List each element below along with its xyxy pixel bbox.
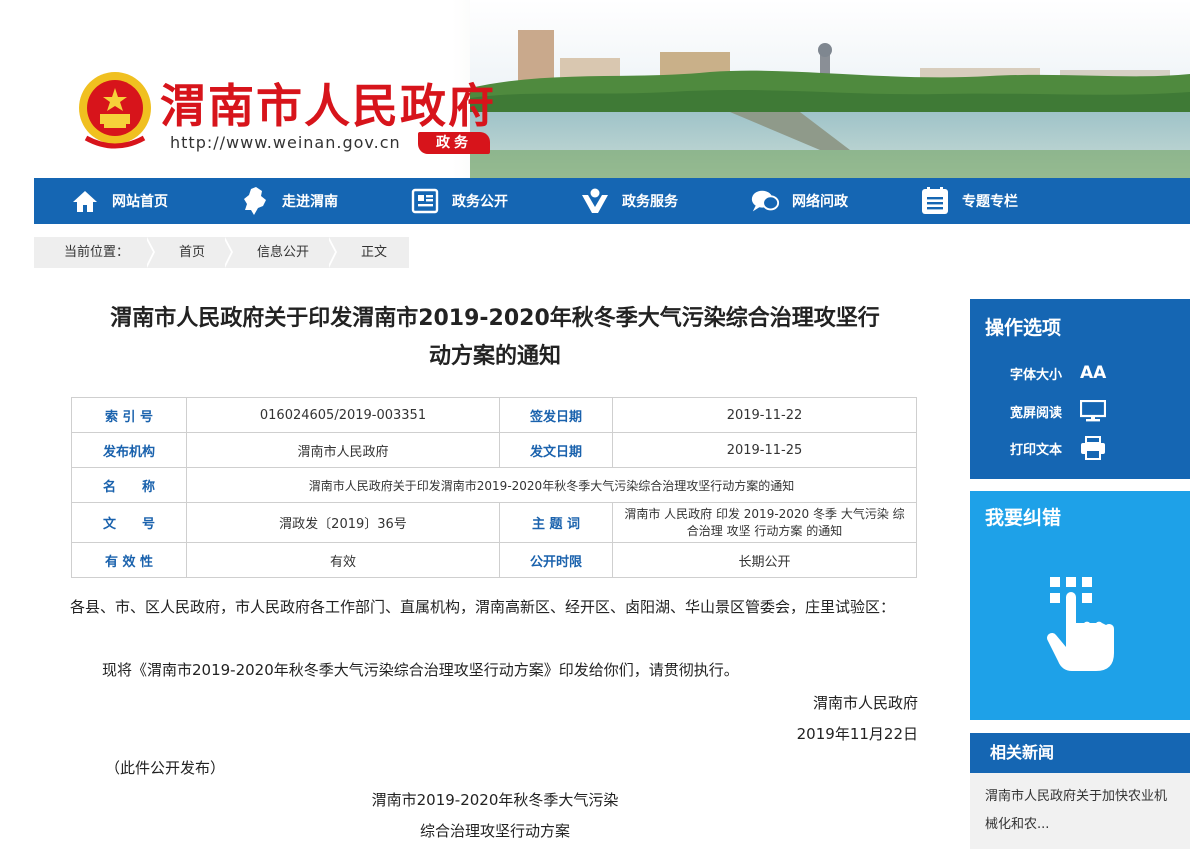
meta-label: 索 引 号 [71,397,187,433]
article-title-line: 渭南市人民政府关于印发渭南市2019-2020年秋冬季大气污染综合治理攻坚行 [110,306,880,331]
meta-value: 渭政发〔2019〕36号 [186,502,500,543]
site-header: 渭南市人民政府 http://www.weinan.gov.cn 政务 [0,0,1190,178]
table-row: 索 引 号 016024605/2019-003351 签发日期 2019-11… [71,397,917,433]
document-icon [410,186,440,216]
article-title: 渭南市人民政府关于印发渭南市2019-2020年秋冬季大气污染综合治理攻坚行 动… [70,300,920,376]
city-lake-banner-image [470,0,1190,178]
nav-item-label: 专题专栏 [962,194,1018,210]
meta-label: 主 题 词 [499,502,613,543]
meta-label: 文 号 [71,502,187,543]
site-tag-badge: 政务 [418,132,490,154]
option-label: 宽屏阅读 [1010,405,1063,421]
news-link[interactable]: 渭南市人民政府关于加快农业机械化和农... [970,773,1190,839]
monitor-icon [1080,400,1107,422]
meta-value: 渭南市 人民政府 印发 2019-2020 冬季 大气污染 综合治理 攻坚 行动… [612,502,917,543]
nav-item-about[interactable]: 走进渭南 [204,178,374,224]
meta-label: 名 称 [71,467,187,503]
nav-item-gov-service[interactable]: 政务服务 [544,178,714,224]
option-label: 打印文本 [1010,442,1063,458]
chat-icon [750,186,780,216]
breadcrumb-item-current: 正文 [331,237,409,268]
meta-label: 公开时限 [499,542,613,578]
table-row: 有 效 性 有效 公开时限 长期公开 [71,542,917,578]
nav-item-label: 政务公开 [452,194,508,210]
font-size-icon: AA [1080,363,1107,383]
breadcrumb-item-home[interactable]: 首页 [149,237,234,268]
meta-value: 016024605/2019-003351 [186,397,500,433]
breadcrumb-prefix: 当前位置： [34,237,156,268]
nav-item-label: 网站首页 [112,194,168,210]
nav-item-label: 走进渭南 [282,194,338,210]
breadcrumb-item-info[interactable]: 信息公开 [227,237,338,268]
list-icon [920,186,950,216]
meta-value: 长期公开 [612,542,917,578]
article-title-line: 动方案的通知 [428,344,561,369]
national-emblem-icon [79,72,151,149]
meta-label: 签发日期 [499,397,613,433]
breadcrumb: 当前位置： 首页 信息公开 正文 [34,237,410,268]
font-size-option[interactable]: 字体大小 AA [1010,363,1106,383]
panel-title: 相关新闻 [970,733,1190,773]
nav-item-online-inquiry[interactable]: 网络问政 [714,178,884,224]
meta-label: 发文日期 [499,432,613,468]
nav-item-label: 政务服务 [622,194,678,210]
breadcrumb-prefix-label: 当前位置： [64,245,130,260]
meta-label: 有 效 性 [71,542,187,578]
print-option[interactable]: 打印文本 [1010,436,1106,460]
article-signer: 渭南市人民政府 [812,694,918,712]
service-person-icon [580,186,610,216]
meta-label: 发布机构 [71,432,187,468]
meta-value: 2019-11-22 [612,397,917,433]
table-row: 名 称 渭南市人民政府关于印发渭南市2019-2020年秋冬季大气污染综合治理攻… [71,467,917,503]
nav-item-special-topics[interactable]: 专题专栏 [884,178,1054,224]
nav-item-label: 网络问政 [792,194,848,210]
panel-title: 我要纠错 [985,507,1062,529]
home-icon [70,186,100,216]
error-report-panel[interactable]: 我要纠错 [970,491,1190,720]
related-news-panel: 相关新闻 渭南市人民政府关于加快农业机械化和农... [970,733,1190,849]
map-icon [240,186,270,216]
nav-item-home[interactable]: 网站首页 [34,178,204,224]
article-note: （此件公开发布） [105,759,226,777]
meta-value: 渭南市人民政府关于印发渭南市2019-2020年秋冬季大气污染综合治理攻坚行动方… [186,467,917,503]
meta-value: 渭南市人民政府 [186,432,500,468]
wide-read-option[interactable]: 宽屏阅读 [1010,400,1107,422]
site-name: 渭南市人民政府 [160,79,496,133]
main-nav: 网站首页 走进渭南 政务公开 政务服务 网络问政 专题专栏 [34,178,1190,224]
table-row: 文 号 渭政发〔2019〕36号 主 题 词 渭南市 人民政府 印发 2019-… [71,502,917,543]
meta-value: 2019-11-25 [612,432,917,468]
site-url: http://www.weinan.gov.cn [170,133,401,152]
breadcrumb-link[interactable]: 首页 [179,245,205,260]
panel-title: 操作选项 [985,317,1062,339]
breadcrumb-current-label: 正文 [361,245,388,260]
option-label: 字体大小 [1010,367,1063,383]
article-paragraph: 各县、市、区人民政府，市人民政府各工作部门、直属机构，渭南高新区、经开区、卤阳湖… [70,598,896,616]
printer-icon [1080,436,1106,460]
meta-value: 有效 [186,542,500,578]
table-row: 发布机构 渭南市人民政府 发文日期 2019-11-25 [71,432,917,468]
breadcrumb-link[interactable]: 信息公开 [257,245,309,260]
touch-keypad-icon [1047,577,1114,671]
document-meta-table: 索 引 号 016024605/2019-003351 签发日期 2019-11… [71,397,917,578]
nav-item-gov-open[interactable]: 政务公开 [374,178,544,224]
operation-options-panel: 操作选项 字体大小 AA 宽屏阅读 打印文本 [970,299,1190,479]
article-subtitle: 渭南市2019-2020年秋冬季大气污染 [371,791,619,809]
article-subtitle: 综合治理攻坚行动方案 [419,822,570,840]
article-sign-date: 2019年11月22日 [796,725,918,743]
article-paragraph: 现将《渭南市2019-2020年秋冬季大气污染综合治理攻坚行动方案》印发给你们，… [102,661,739,679]
